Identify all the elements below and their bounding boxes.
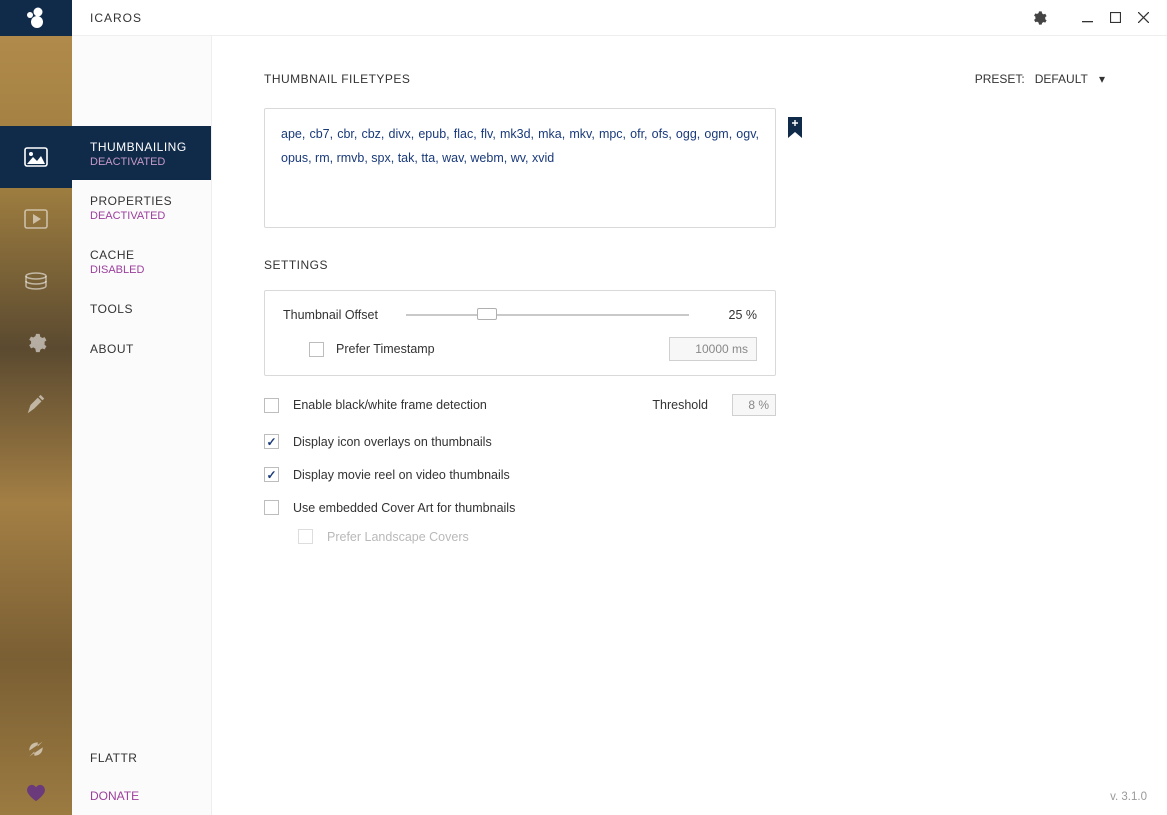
settings-button[interactable] bbox=[1025, 4, 1053, 32]
heart-icon bbox=[26, 784, 46, 802]
chevron-down-icon: ▾ bbox=[1099, 72, 1105, 86]
overlays-row: Display icon overlays on thumbnails bbox=[264, 434, 776, 449]
filetypes-textbox[interactable]: ape, cb7, cbr, cbz, divx, epub, flac, fl… bbox=[264, 108, 776, 228]
pen-icon bbox=[25, 394, 47, 416]
version-label: v. 3.1.0 bbox=[1110, 791, 1147, 803]
sidebar-item-flattr[interactable]: FLATTR bbox=[72, 739, 211, 777]
bw-label: Enable black/white frame detection bbox=[293, 398, 487, 412]
icon-strip bbox=[0, 36, 72, 815]
reel-row: Display movie reel on video thumbnails bbox=[264, 467, 776, 482]
sidebar-label: FLATTR bbox=[90, 751, 193, 765]
sidebar-label: CACHE bbox=[90, 248, 193, 262]
landscape-label: Prefer Landscape Covers bbox=[327, 530, 469, 544]
nav-icon-donate[interactable] bbox=[0, 771, 72, 815]
main-panel: THUMBNAIL FILETYPES PRESET: DEFAULT ▾ ap… bbox=[212, 36, 1167, 815]
bw-row: Enable black/white frame detection Thres… bbox=[264, 394, 776, 416]
maximize-icon bbox=[1110, 12, 1121, 23]
maximize-button[interactable] bbox=[1101, 4, 1129, 32]
filetypes-header-row: THUMBNAIL FILETYPES PRESET: DEFAULT ▾ bbox=[264, 72, 1111, 86]
settings-box: Thumbnail Offset 25 % Prefer Timestamp bbox=[264, 290, 776, 376]
bookmark-plus-icon bbox=[787, 117, 803, 141]
landscape-row: Prefer Landscape Covers bbox=[298, 529, 810, 544]
prefer-timestamp-checkbox[interactable] bbox=[309, 342, 324, 357]
titlebar: ICAROS bbox=[0, 0, 1167, 36]
sidebar-sublabel: DISABLED bbox=[90, 264, 193, 276]
sidebar-sublabel: DEACTIVATED bbox=[90, 156, 193, 168]
offset-slider[interactable] bbox=[406, 307, 689, 323]
overlays-checkbox[interactable] bbox=[264, 434, 279, 449]
nav-icon-properties[interactable] bbox=[0, 188, 72, 250]
landscape-checkbox[interactable] bbox=[298, 529, 313, 544]
coverart-label: Use embedded Cover Art for thumbnails bbox=[293, 501, 515, 515]
sidebar-item-cache[interactable]: CACHE DISABLED bbox=[72, 234, 211, 288]
bubbles-icon bbox=[24, 7, 48, 29]
stack-icon bbox=[24, 271, 48, 291]
nav-icon-thumbnailing[interactable] bbox=[0, 126, 72, 188]
app-title: ICAROS bbox=[90, 11, 142, 25]
nav-icon-cache[interactable] bbox=[0, 250, 72, 312]
app-logo bbox=[0, 0, 72, 36]
filetypes-heading: THUMBNAIL FILETYPES bbox=[264, 72, 410, 86]
flattr-icon bbox=[26, 739, 46, 759]
reel-label: Display movie reel on video thumbnails bbox=[293, 468, 510, 482]
image-icon bbox=[24, 147, 48, 167]
nav-icon-tools[interactable] bbox=[0, 312, 72, 374]
gear-icon bbox=[1031, 10, 1047, 26]
sidebar-item-about[interactable]: ABOUT bbox=[72, 328, 211, 368]
offset-label: Thumbnail Offset bbox=[283, 308, 378, 322]
sidebar-item-thumbnailing[interactable]: THUMBNAILING DEACTIVATED bbox=[72, 126, 211, 180]
preset-dropdown[interactable]: DEFAULT ▾ bbox=[1035, 72, 1105, 86]
offset-row: Thumbnail Offset 25 % bbox=[283, 307, 757, 323]
sidebar-item-properties[interactable]: PROPERTIES DEACTIVATED bbox=[72, 180, 211, 234]
sidebar: THUMBNAILING DEACTIVATED PROPERTIES DEAC… bbox=[72, 36, 212, 815]
preset-value: DEFAULT bbox=[1035, 72, 1088, 86]
prefer-timestamp-label: Prefer Timestamp bbox=[336, 342, 435, 356]
nav-icon-flattr[interactable] bbox=[0, 727, 72, 771]
coverart-row: Use embedded Cover Art for thumbnails bbox=[264, 500, 776, 515]
timestamp-input[interactable] bbox=[669, 337, 757, 361]
sidebar-label: DONATE bbox=[90, 789, 193, 803]
settings-heading: SETTINGS bbox=[264, 258, 1111, 272]
sidebar-label: PROPERTIES bbox=[90, 194, 193, 208]
coverart-checkbox[interactable] bbox=[264, 500, 279, 515]
wrench-icon bbox=[25, 332, 47, 354]
play-icon bbox=[24, 209, 48, 229]
sidebar-label: TOOLS bbox=[90, 302, 193, 316]
minimize-button[interactable] bbox=[1073, 4, 1101, 32]
sidebar-item-tools[interactable]: TOOLS bbox=[72, 288, 211, 328]
nav-icon-about[interactable] bbox=[0, 374, 72, 436]
timestamp-row: Prefer Timestamp bbox=[309, 337, 757, 361]
slider-thumb[interactable] bbox=[477, 308, 497, 320]
preset-label: PRESET: bbox=[975, 72, 1025, 86]
reel-checkbox[interactable] bbox=[264, 467, 279, 482]
offset-value: 25 % bbox=[717, 308, 757, 322]
filetypes-content: ape, cb7, cbr, cbz, divx, epub, flac, fl… bbox=[281, 123, 759, 171]
sidebar-sublabel: DEACTIVATED bbox=[90, 210, 193, 222]
bw-checkbox[interactable] bbox=[264, 398, 279, 413]
sidebar-label: THUMBNAILING bbox=[90, 140, 193, 154]
threshold-value[interactable]: 8 % bbox=[732, 394, 776, 416]
sidebar-item-donate[interactable]: DONATE bbox=[72, 777, 211, 815]
close-button[interactable] bbox=[1129, 4, 1157, 32]
close-icon bbox=[1138, 12, 1149, 23]
bookmark-add-button[interactable] bbox=[787, 117, 803, 141]
sidebar-label: ABOUT bbox=[90, 342, 193, 356]
threshold-label: Threshold bbox=[652, 398, 708, 412]
minimize-icon bbox=[1082, 12, 1093, 23]
overlays-label: Display icon overlays on thumbnails bbox=[293, 435, 492, 449]
